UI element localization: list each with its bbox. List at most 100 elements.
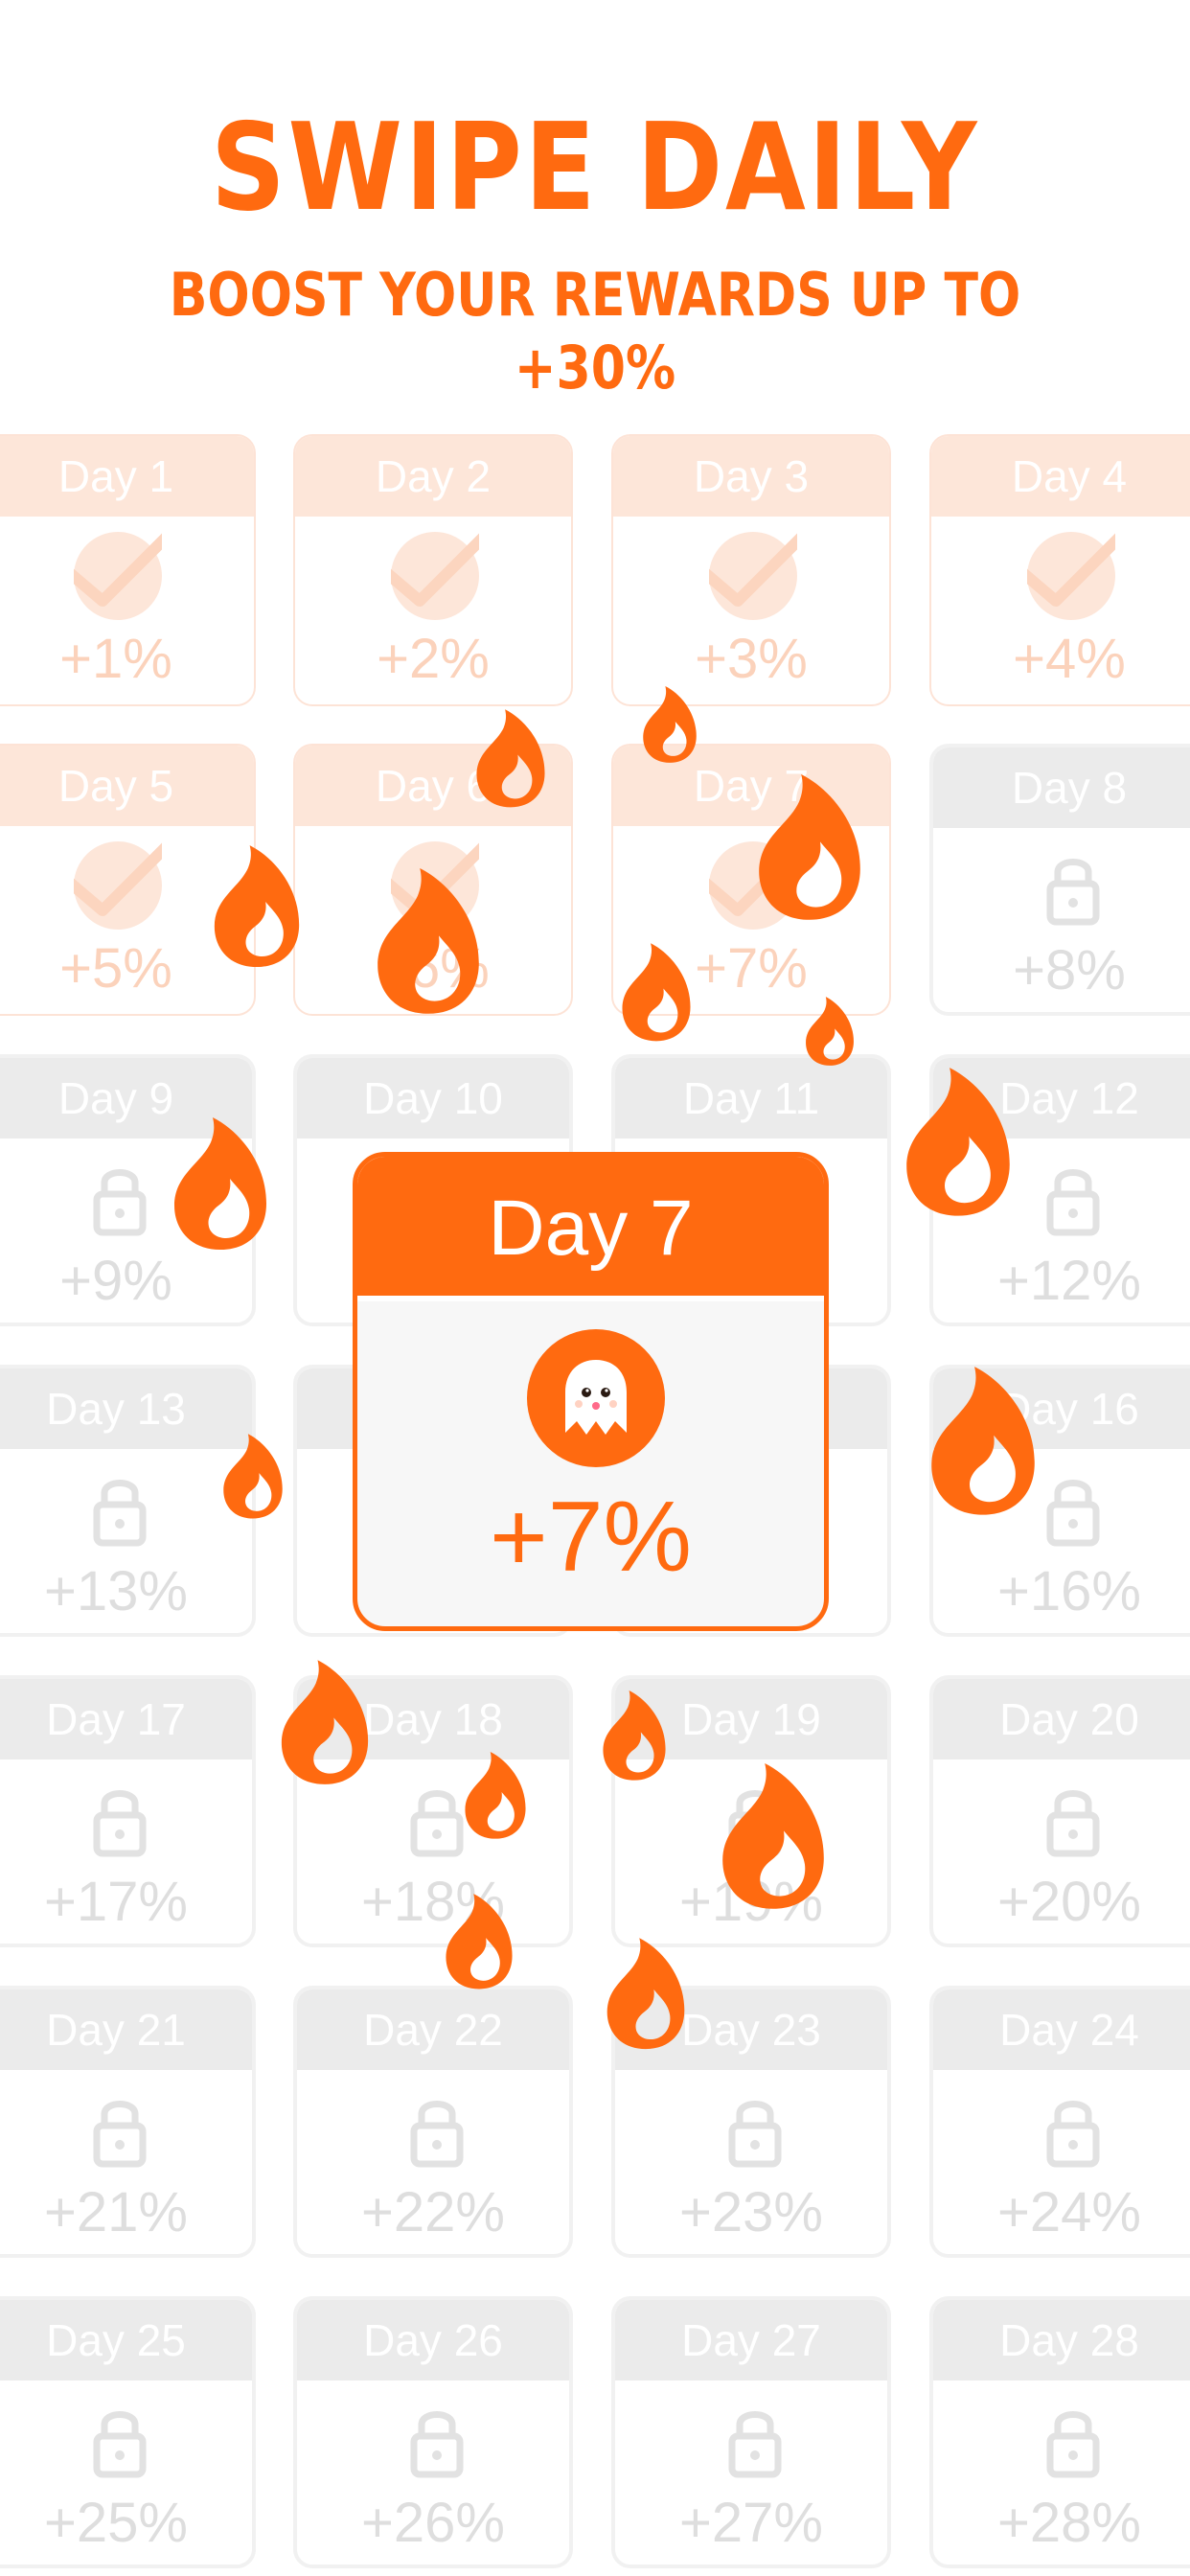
lock-icon xyxy=(393,2396,481,2484)
lock-icon xyxy=(711,2396,799,2484)
day-bonus: +17% xyxy=(44,1871,188,1933)
lock-icon xyxy=(711,1775,799,1863)
day-label: Day 20 xyxy=(933,1679,1190,1760)
day-label: Day 9 xyxy=(0,1058,252,1138)
day-label: Day 21 xyxy=(0,1990,252,2070)
ghost-icon xyxy=(527,1329,665,1467)
day-label: Day 6 xyxy=(295,746,571,826)
day-card[interactable]: Day 2 +2% xyxy=(293,434,573,706)
day-card[interactable]: Day 24 +24% xyxy=(929,1986,1190,2258)
day-label: Day 18 xyxy=(297,1679,569,1760)
day-label: Day 23 xyxy=(615,1990,887,2070)
lock-icon xyxy=(1029,1154,1117,1242)
day-label: Day 4 xyxy=(931,436,1190,517)
day-card[interactable]: Day 20 +20% xyxy=(929,1675,1190,1947)
lock-icon xyxy=(76,1775,164,1863)
current-day-popup[interactable]: Day 7 +7% xyxy=(353,1152,829,1631)
lock-icon xyxy=(1029,2085,1117,2174)
popup-day-label: Day 7 xyxy=(357,1157,824,1301)
day-label: Day 3 xyxy=(613,436,889,517)
day-bonus: +25% xyxy=(44,2492,188,2554)
day-label: Day 27 xyxy=(615,2300,887,2380)
day-card[interactable]: Day 16 +16% xyxy=(929,1365,1190,1637)
day-label: Day 1 xyxy=(0,436,254,517)
day-label: Day 28 xyxy=(933,2300,1190,2380)
day-card[interactable]: Day 27 +27% xyxy=(611,2296,891,2568)
day-card[interactable]: Day 12 +12% xyxy=(929,1054,1190,1326)
day-label: Day 8 xyxy=(933,748,1190,828)
day-bonus: +23% xyxy=(679,2181,823,2243)
day-label: Day 10 xyxy=(297,1058,569,1138)
check-icon xyxy=(58,532,172,620)
day-bonus: +6% xyxy=(377,937,490,1000)
day-bonus: +4% xyxy=(1013,628,1126,690)
day-bonus: +24% xyxy=(997,2181,1141,2243)
day-bonus: +22% xyxy=(361,2181,505,2243)
day-bonus: +8% xyxy=(1013,939,1126,1001)
check-icon xyxy=(376,841,489,930)
day-bonus: +20% xyxy=(997,1871,1141,1933)
lock-icon xyxy=(76,1154,164,1242)
day-bonus: +1% xyxy=(59,628,172,690)
day-card[interactable]: Day 28 +28% xyxy=(929,2296,1190,2568)
day-bonus: +3% xyxy=(695,628,808,690)
lock-icon xyxy=(76,2396,164,2484)
day-bonus: +16% xyxy=(997,1560,1141,1622)
day-bonus: +19% xyxy=(679,1871,823,1933)
day-label: Day 17 xyxy=(0,1679,252,1760)
day-card[interactable]: Day 17 +17% xyxy=(0,1675,256,1947)
lock-icon xyxy=(1029,2396,1117,2484)
day-label: Day 24 xyxy=(933,1990,1190,2070)
day-label: Day 16 xyxy=(933,1368,1190,1449)
day-card[interactable]: Day 6 +6% xyxy=(293,744,573,1016)
check-icon xyxy=(376,532,489,620)
day-label: Day 19 xyxy=(615,1679,887,1760)
lock-icon xyxy=(393,2085,481,2174)
popup-bonus: +7% xyxy=(489,1482,693,1593)
lock-icon xyxy=(76,2085,164,2174)
lock-icon xyxy=(711,2085,799,2174)
day-card[interactable]: Day 1 +1% xyxy=(0,434,256,706)
check-icon xyxy=(694,841,807,930)
day-label: Day 12 xyxy=(933,1058,1190,1138)
lock-icon xyxy=(1029,843,1117,932)
check-icon xyxy=(694,532,807,620)
day-label: Day 26 xyxy=(297,2300,569,2380)
day-label: Day 2 xyxy=(295,436,571,517)
day-card[interactable]: Day 26 +26% xyxy=(293,2296,573,2568)
day-card[interactable]: Day 5 +5% xyxy=(0,744,256,1016)
day-label: Day 13 xyxy=(0,1368,252,1449)
day-bonus: +7% xyxy=(695,937,808,1000)
day-label: Day 22 xyxy=(297,1990,569,2070)
day-bonus: +13% xyxy=(44,1560,188,1622)
day-card[interactable]: Day 8 +8% xyxy=(929,744,1190,1016)
check-icon xyxy=(58,841,172,930)
day-card[interactable]: Day 4 +4% xyxy=(929,434,1190,706)
check-icon xyxy=(1012,532,1125,620)
day-bonus: +27% xyxy=(679,2492,823,2554)
day-bonus: +28% xyxy=(997,2492,1141,2554)
day-card[interactable]: Day 9 +9% xyxy=(0,1054,256,1326)
day-label: Day 5 xyxy=(0,746,254,826)
day-bonus: +21% xyxy=(44,2181,188,2243)
day-bonus: +12% xyxy=(997,1250,1141,1312)
day-label: Day 25 xyxy=(0,2300,252,2380)
day-card[interactable]: Day 13 +13% xyxy=(0,1365,256,1637)
day-label: Day 11 xyxy=(615,1058,887,1138)
day-card[interactable]: Day 22 +22% xyxy=(293,1986,573,2258)
day-bonus: +26% xyxy=(361,2492,505,2554)
day-bonus: +2% xyxy=(377,628,490,690)
day-card[interactable]: Day 7 +7% xyxy=(611,744,891,1016)
day-bonus: +5% xyxy=(59,937,172,1000)
day-card[interactable]: Day 3 +3% xyxy=(611,434,891,706)
day-card[interactable]: Day 25 +25% xyxy=(0,2296,256,2568)
day-card[interactable]: Day 21 +21% xyxy=(0,1986,256,2258)
day-card[interactable]: Day 19 +19% xyxy=(611,1675,891,1947)
lock-icon xyxy=(76,1464,164,1552)
day-card[interactable]: Day 23 +23% xyxy=(611,1986,891,2258)
lock-icon xyxy=(393,1775,481,1863)
lock-icon xyxy=(1029,1775,1117,1863)
day-card[interactable]: Day 18 +18% xyxy=(293,1675,573,1947)
day-bonus: +9% xyxy=(59,1250,172,1312)
day-label: Day 7 xyxy=(613,746,889,826)
